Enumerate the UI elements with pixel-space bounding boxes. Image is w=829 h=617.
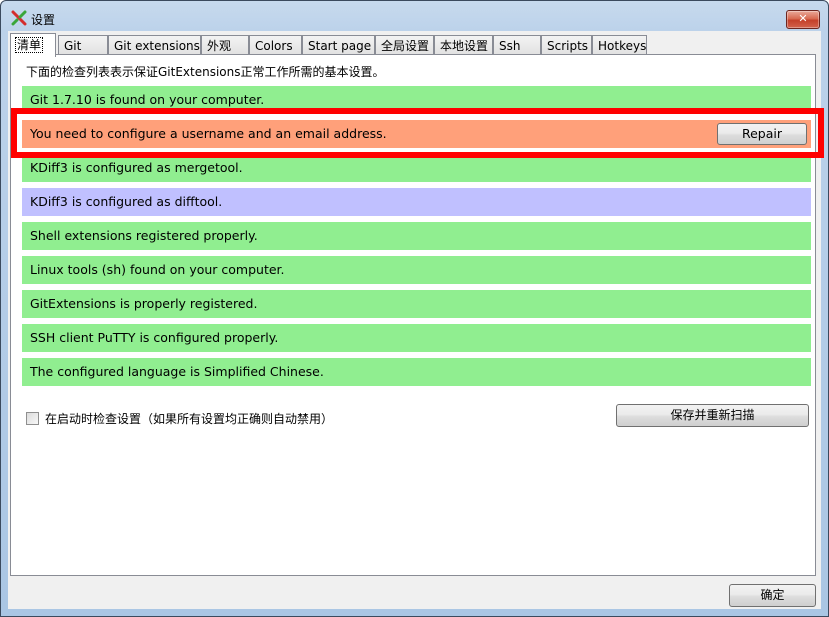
repair-button[interactable]: Repair: [717, 123, 807, 145]
tab-checklist[interactable]: 清单: [10, 33, 56, 57]
checklist-intro: 下面的检查列表表示保证GitExtensions正常工作所需的基本设置。: [26, 65, 385, 79]
tab-local-settings[interactable]: 本地设置: [434, 35, 493, 55]
check-item-shell-extensions[interactable]: Shell extensions registered properly.: [22, 222, 811, 250]
tab-hotkeys[interactable]: Hotkeys: [592, 35, 647, 55]
ok-button[interactable]: 确定: [729, 584, 816, 607]
check-item-username-email[interactable]: You need to configure a username and an …: [22, 120, 811, 148]
dialog-client: 清单 Git Git extensions 外观 Colors Start pa…: [8, 31, 821, 609]
close-icon: ✕: [798, 12, 808, 25]
window-title: 设置: [31, 13, 56, 27]
settings-window: 设置 ✕ 清单 Git Git extensions 外观 Colors Sta…: [0, 0, 829, 617]
title-bar[interactable]: 设置 ✕: [1, 1, 828, 31]
tab-git-extensions[interactable]: Git extensions: [108, 35, 201, 55]
check-item-linux-tools[interactable]: Linux tools (sh) found on your computer.: [22, 256, 811, 284]
git-extensions-logo-icon: [11, 10, 27, 26]
tab-appearance[interactable]: 外观: [201, 35, 249, 55]
check-item-language[interactable]: The configured language is Simplified Ch…: [22, 358, 811, 386]
close-button[interactable]: ✕: [786, 10, 820, 29]
tab-git[interactable]: Git: [58, 35, 108, 55]
checklist-page: 下面的检查列表表示保证GitExtensions正常工作所需的基本设置。 Git…: [10, 54, 816, 576]
check-on-startup-checkbox[interactable]: [26, 412, 39, 425]
tab-ssh[interactable]: Ssh: [493, 35, 541, 55]
tab-global-settings[interactable]: 全局设置: [375, 35, 434, 55]
check-item-difftool[interactable]: KDiff3 is configured as difftool.: [22, 188, 811, 216]
check-item-registered[interactable]: GitExtensions is properly registered.: [22, 290, 811, 318]
check-item-ssh-client[interactable]: SSH client PuTTY is configured properly.: [22, 324, 811, 352]
check-item-mergetool[interactable]: KDiff3 is configured as mergetool.: [22, 154, 811, 182]
tab-colors[interactable]: Colors: [249, 35, 302, 55]
check-on-startup-label: 在启动时检查设置（如果所有设置均正确则自动禁用）: [45, 412, 334, 426]
save-and-rescan-button[interactable]: 保存并重新扫描: [616, 404, 809, 427]
tab-start-page[interactable]: Start page: [302, 35, 375, 55]
tab-scripts[interactable]: Scripts: [541, 35, 592, 55]
check-item-git-found[interactable]: Git 1.7.10 is found on your computer.: [22, 86, 811, 114]
